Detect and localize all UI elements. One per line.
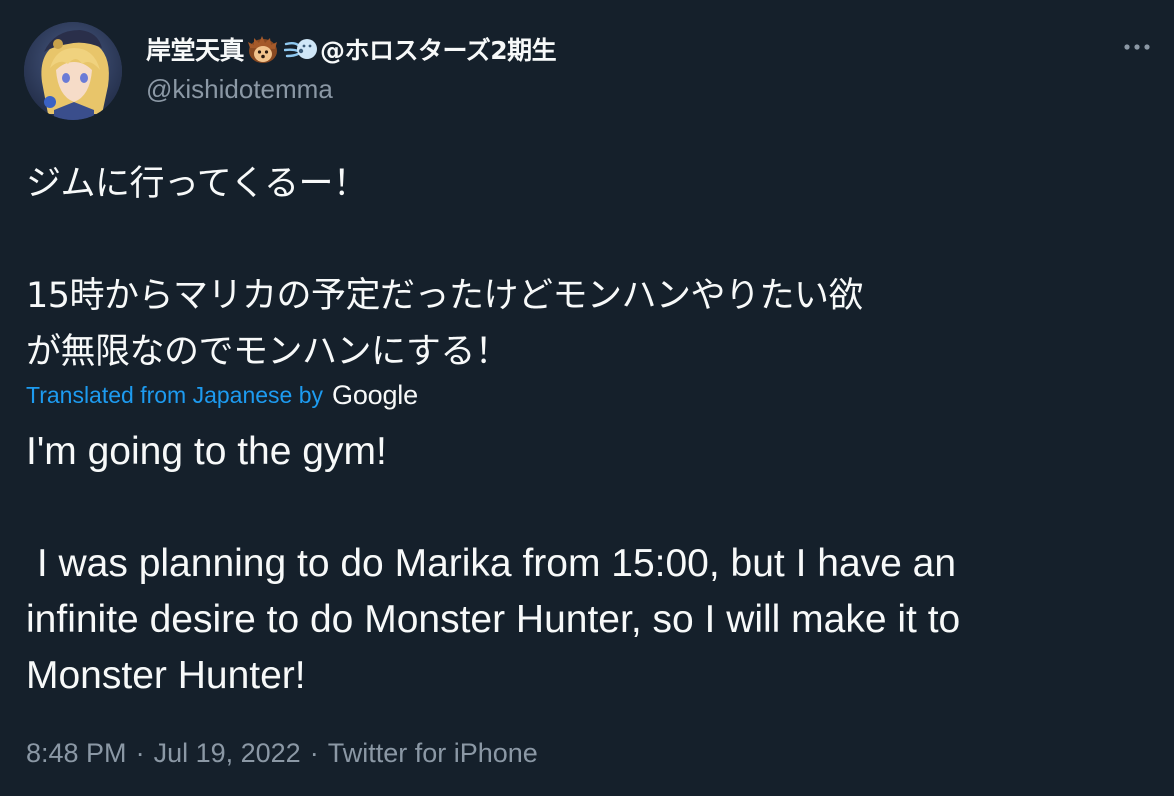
meta-separator: · [309, 738, 319, 768]
tweet-date[interactable]: Jul 19, 2022 [154, 738, 301, 769]
tweet-source[interactable]: Twitter for iPhone [328, 738, 538, 769]
tweet-text-translation: I'm going to the gym! I was planning to … [26, 424, 1166, 704]
tweet-time[interactable]: 8:48 PM [26, 738, 127, 769]
author-handle[interactable]: @kishidotemma [146, 74, 333, 105]
more-options-icon [1124, 44, 1150, 50]
display-name-suffix: @ホロスターズ2期生 [320, 36, 557, 65]
translated-from-link[interactable]: Translated from Japanese by [26, 382, 323, 409]
avatar-image [24, 22, 122, 120]
tweet-card: 岸堂天真 @ホロスターズ2期生 @kishidotemma ジムに行ってくるー！… [0, 0, 1174, 796]
tweet-text-english: I'm going to the gym! I was planning to … [26, 430, 961, 697]
tweet-meta: 8:48 PM · Jul 19, 2022 · Twitter for iPh… [26, 738, 538, 769]
tweet-text-japanese: ジムに行ってくるー！ 15時からマリカの予定だったけどモンハンやりたい欲 が無限… [26, 164, 864, 372]
hedgehog-emoji-icon [246, 32, 280, 66]
more-options-button[interactable] [1120, 34, 1154, 60]
author-name-row[interactable]: 岸堂天真 @ホロスターズ2期生 [146, 30, 557, 68]
google-logo: Google [332, 380, 418, 410]
display-name: 岸堂天真 [146, 36, 245, 65]
translation-attribution: Translated from Japanese by Google [26, 380, 418, 411]
tweet-text-original: ジムに行ってくるー！ 15時からマリカの予定だったけどモンハンやりたい欲 が無限… [26, 156, 1146, 380]
avatar[interactable] [24, 22, 122, 120]
meta-separator: · [135, 738, 145, 768]
wind-blowing-face-icon [283, 32, 318, 66]
